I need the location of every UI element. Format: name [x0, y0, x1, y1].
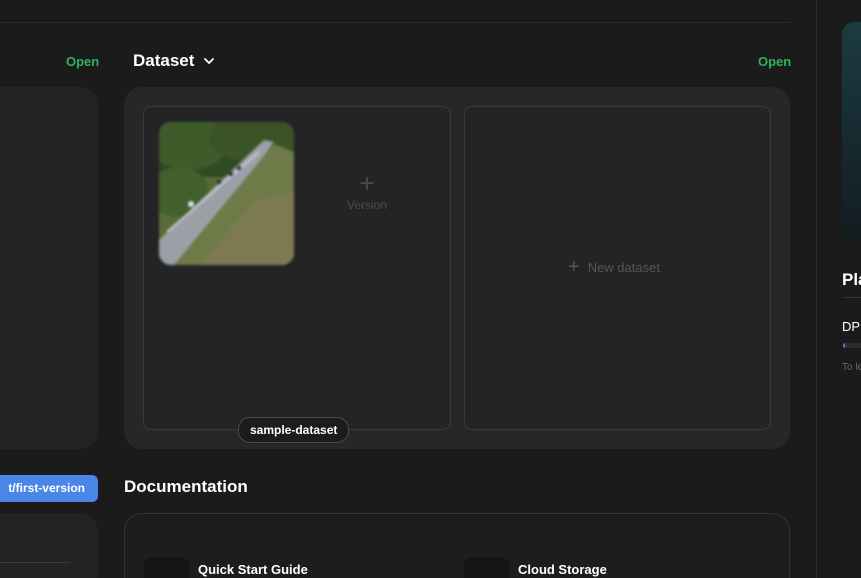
chevron-down-icon — [204, 58, 215, 64]
sidebar-divider-line — [842, 297, 861, 298]
doc-icon-tile — [144, 557, 189, 578]
usage-progress-bar — [843, 343, 861, 348]
promo-card[interactable] — [842, 22, 861, 240]
left-open-link[interactable]: Open — [66, 54, 99, 69]
workspace-page: Open t/first-version Dataset Open + Vers… — [0, 0, 861, 578]
new-dataset-label: New dataset — [587, 259, 660, 275]
left-panel — [0, 87, 98, 449]
doc-item-label: Quick Start Guide — [198, 562, 308, 577]
cloud-storage-icon — [474, 567, 500, 578]
usage-progress-fill — [843, 343, 845, 348]
version-chip[interactable]: t/first-version — [0, 475, 98, 502]
quick-start-guide-link[interactable]: Quick Start Guide — [144, 557, 308, 578]
new-dataset-button[interactable]: + New dataset — [568, 256, 660, 278]
dataset-selector[interactable]: Dataset — [133, 51, 216, 71]
documentation-title: Documentation — [124, 477, 248, 496]
cloud-storage-link[interactable]: Cloud Storage — [464, 557, 607, 578]
dataset-open-link[interactable]: Open — [758, 54, 791, 69]
dataset-name-chip[interactable]: sample-dataset — [238, 417, 350, 443]
book-icon — [154, 567, 180, 578]
usage-label: DP — [842, 319, 861, 334]
sidebar-heading: Pla — [842, 270, 861, 289]
add-version-label: Version — [346, 198, 388, 212]
top-divider — [0, 22, 790, 23]
plus-icon: + — [359, 168, 375, 198]
doc-icon-tile — [464, 557, 509, 578]
park-path-photo — [159, 122, 294, 265]
sidebar-hint: To le — [842, 362, 861, 373]
doc-item-label: Cloud Storage — [518, 562, 607, 577]
left-lower-panel — [0, 513, 98, 578]
add-version-button[interactable]: + Version — [336, 170, 398, 220]
plus-icon: + — [568, 256, 580, 278]
left-lower-divider — [0, 562, 70, 563]
dataset-title: Dataset — [133, 51, 195, 70]
sidebar-divider — [816, 0, 817, 578]
dataset-thumbnail[interactable] — [159, 122, 294, 265]
